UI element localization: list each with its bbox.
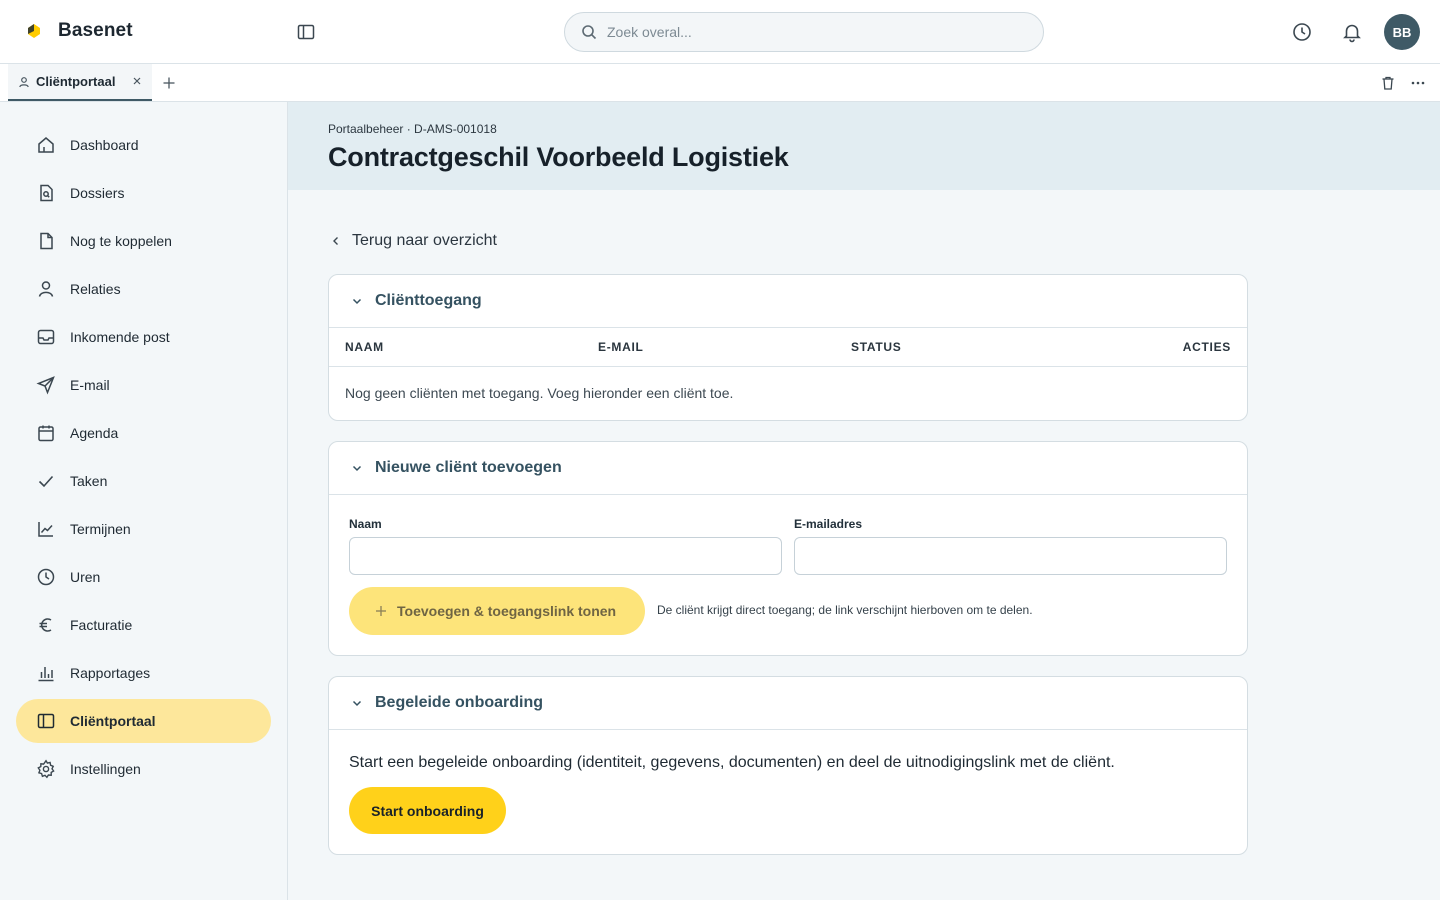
- column-header-name: NAAM: [345, 340, 384, 354]
- start-onboarding-button[interactable]: Start onboarding: [349, 787, 506, 834]
- sidebar-item-clientportaal[interactable]: Cliëntportaal: [16, 699, 271, 743]
- client-access-header[interactable]: Cliënttoegang: [329, 275, 1247, 328]
- sidebar: Dashboard Dossiers Nog te koppelen Relat…: [0, 102, 288, 900]
- line-chart-icon: [38, 522, 53, 537]
- column-header-status: STATUS: [851, 340, 902, 354]
- search-icon: [582, 25, 597, 40]
- name-field[interactable]: [349, 537, 782, 575]
- sidebar-item-label: Cliëntportaal: [70, 713, 156, 729]
- onboarding-body: Start een begeleide onboarding (identite…: [329, 730, 1247, 854]
- back-link-label: Terug naar overzicht: [352, 232, 497, 249]
- app-name: Basenet: [58, 20, 133, 41]
- user-icon: [19, 76, 29, 87]
- email-field-label: E-mailadres: [794, 517, 863, 531]
- add-client-button[interactable]: Toevoegen & toegangslink tonen: [349, 587, 645, 635]
- empty-state-text: Nog geen cliënten met toegang. Voeg hier…: [345, 385, 734, 401]
- page-title: Contractgeschil Voorbeeld Logistiek: [328, 142, 789, 172]
- file-icon: [40, 232, 53, 250]
- more-options-icon[interactable]: [1410, 75, 1426, 91]
- tab-bar: Cliëntportaal: [0, 64, 1440, 102]
- onboarding-title: Begeleide onboarding: [375, 694, 544, 711]
- client-access-title: Cliënttoegang: [375, 292, 482, 309]
- chevron-left-icon: [333, 237, 338, 245]
- sidebar-item-dashboard[interactable]: Dashboard: [16, 123, 271, 167]
- tab-label: Cliëntportaal: [36, 74, 116, 89]
- sidebar-item-label: Facturatie: [70, 617, 133, 633]
- sidebar-item-taken[interactable]: Taken: [16, 459, 271, 503]
- global-search[interactable]: [564, 12, 1044, 52]
- client-access-card: Cliënttoegang NAAM E-MAIL STATUS ACTIES …: [328, 274, 1248, 421]
- chevron-down-icon: [352, 700, 362, 707]
- sidebar-item-label: Inkomende post: [70, 329, 170, 345]
- close-tab-icon[interactable]: [132, 76, 142, 86]
- tab-clientportaal[interactable]: Cliëntportaal: [8, 64, 152, 101]
- page-header: Portaalbeheer · D-AMS-001018 Contractges…: [288, 102, 1440, 190]
- bar-chart-icon: [38, 667, 54, 682]
- trash-icon[interactable]: [1380, 75, 1396, 91]
- column-header-email: E-MAIL: [598, 340, 644, 354]
- sidebar-item-label: Instellingen: [70, 761, 141, 777]
- chevron-down-icon: [352, 465, 362, 472]
- column-header-actions: ACTIES: [1182, 340, 1231, 354]
- add-client-card: Nieuwe cliënt toevoegen Naam E-mailadres…: [328, 441, 1248, 656]
- client-access-table-header: NAAM E-MAIL STATUS ACTIES: [329, 328, 1247, 367]
- home-icon: [38, 137, 54, 153]
- sidebar-item-label: Relaties: [70, 281, 121, 297]
- sidebar-item-rapportages[interactable]: Rapportages: [16, 651, 271, 695]
- onboarding-header[interactable]: Begeleide onboarding: [329, 677, 1247, 730]
- euro-icon: [39, 618, 52, 632]
- sidebar-item-label: E-mail: [70, 377, 110, 393]
- sidebar-item-instellingen[interactable]: Instellingen: [16, 747, 271, 791]
- sidebar-item-label: Dossiers: [70, 185, 125, 201]
- top-bar: Basenet BB: [0, 0, 1440, 64]
- name-field-label: Naam: [349, 517, 382, 531]
- add-tab-icon[interactable]: [162, 76, 176, 90]
- sidebar-item-label: Taken: [70, 473, 108, 489]
- plus-icon: [376, 606, 386, 616]
- search-input[interactable]: [607, 24, 1007, 40]
- sidebar-item-inkomende-post[interactable]: Inkomende post: [16, 315, 271, 359]
- breadcrumb: Portaalbeheer · D-AMS-001018: [328, 122, 497, 136]
- user-icon: [38, 281, 54, 297]
- sidebar-item-label: Agenda: [70, 425, 119, 441]
- calendar-icon: [38, 425, 54, 442]
- chevron-down-icon: [352, 298, 362, 305]
- sidebar-item-relaties[interactable]: Relaties: [16, 267, 271, 311]
- back-to-overview-link[interactable]: Terug naar overzicht: [330, 232, 497, 250]
- history-clock-icon[interactable]: [1291, 21, 1313, 43]
- add-client-hint: De cliënt krijgt direct toegang; de link…: [657, 603, 1033, 617]
- app-logo[interactable]: Basenet: [24, 20, 133, 42]
- basenet-logo-icon: [28, 24, 40, 38]
- onboarding-card: Begeleide onboarding Start een begeleide…: [328, 676, 1248, 855]
- send-icon: [36, 376, 55, 395]
- sidebar-item-dossiers[interactable]: Dossiers: [16, 171, 271, 215]
- sidebar-item-termijnen[interactable]: Termijnen: [16, 507, 271, 551]
- sidebar-item-label: Rapportages: [70, 665, 151, 681]
- sidebar-item-facturatie[interactable]: Facturatie: [16, 603, 271, 647]
- add-client-title: Nieuwe cliënt toevoegen: [375, 459, 562, 476]
- add-client-form: Naam E-mailadres Toevoegen & toegangslin…: [329, 495, 1247, 655]
- onboarding-description: Start een begeleide onboarding (identite…: [349, 754, 1115, 771]
- inbox-icon: [37, 329, 55, 345]
- sidebar-item-e-mail[interactable]: E-mail: [16, 363, 271, 407]
- clock-icon: [37, 568, 55, 586]
- sidebar-item-label: Termijnen: [70, 521, 131, 537]
- sidebar-item-nog-te-koppelen[interactable]: Nog te koppelen: [16, 219, 271, 263]
- user-avatar[interactable]: BB: [1384, 14, 1420, 50]
- add-client-header[interactable]: Nieuwe cliënt toevoegen: [329, 442, 1247, 495]
- sidebar-item-label: Nog te koppelen: [70, 233, 172, 249]
- email-field[interactable]: [794, 537, 1227, 575]
- sidebar-item-label: Uren: [70, 569, 101, 585]
- file-search-icon: [40, 184, 53, 202]
- sidebar-item-agenda[interactable]: Agenda: [16, 411, 271, 455]
- notifications-bell-icon[interactable]: [1341, 21, 1363, 43]
- gear-icon: [37, 759, 55, 779]
- sidebar-item-uren[interactable]: Uren: [16, 555, 271, 599]
- check-icon: [38, 475, 54, 488]
- add-client-button-label: Toevoegen & toegangslink tonen: [397, 603, 617, 619]
- sidebar-toggle-icon[interactable]: [296, 22, 316, 42]
- sidebar-item-label: Dashboard: [70, 137, 139, 153]
- panel-icon: [37, 713, 55, 729]
